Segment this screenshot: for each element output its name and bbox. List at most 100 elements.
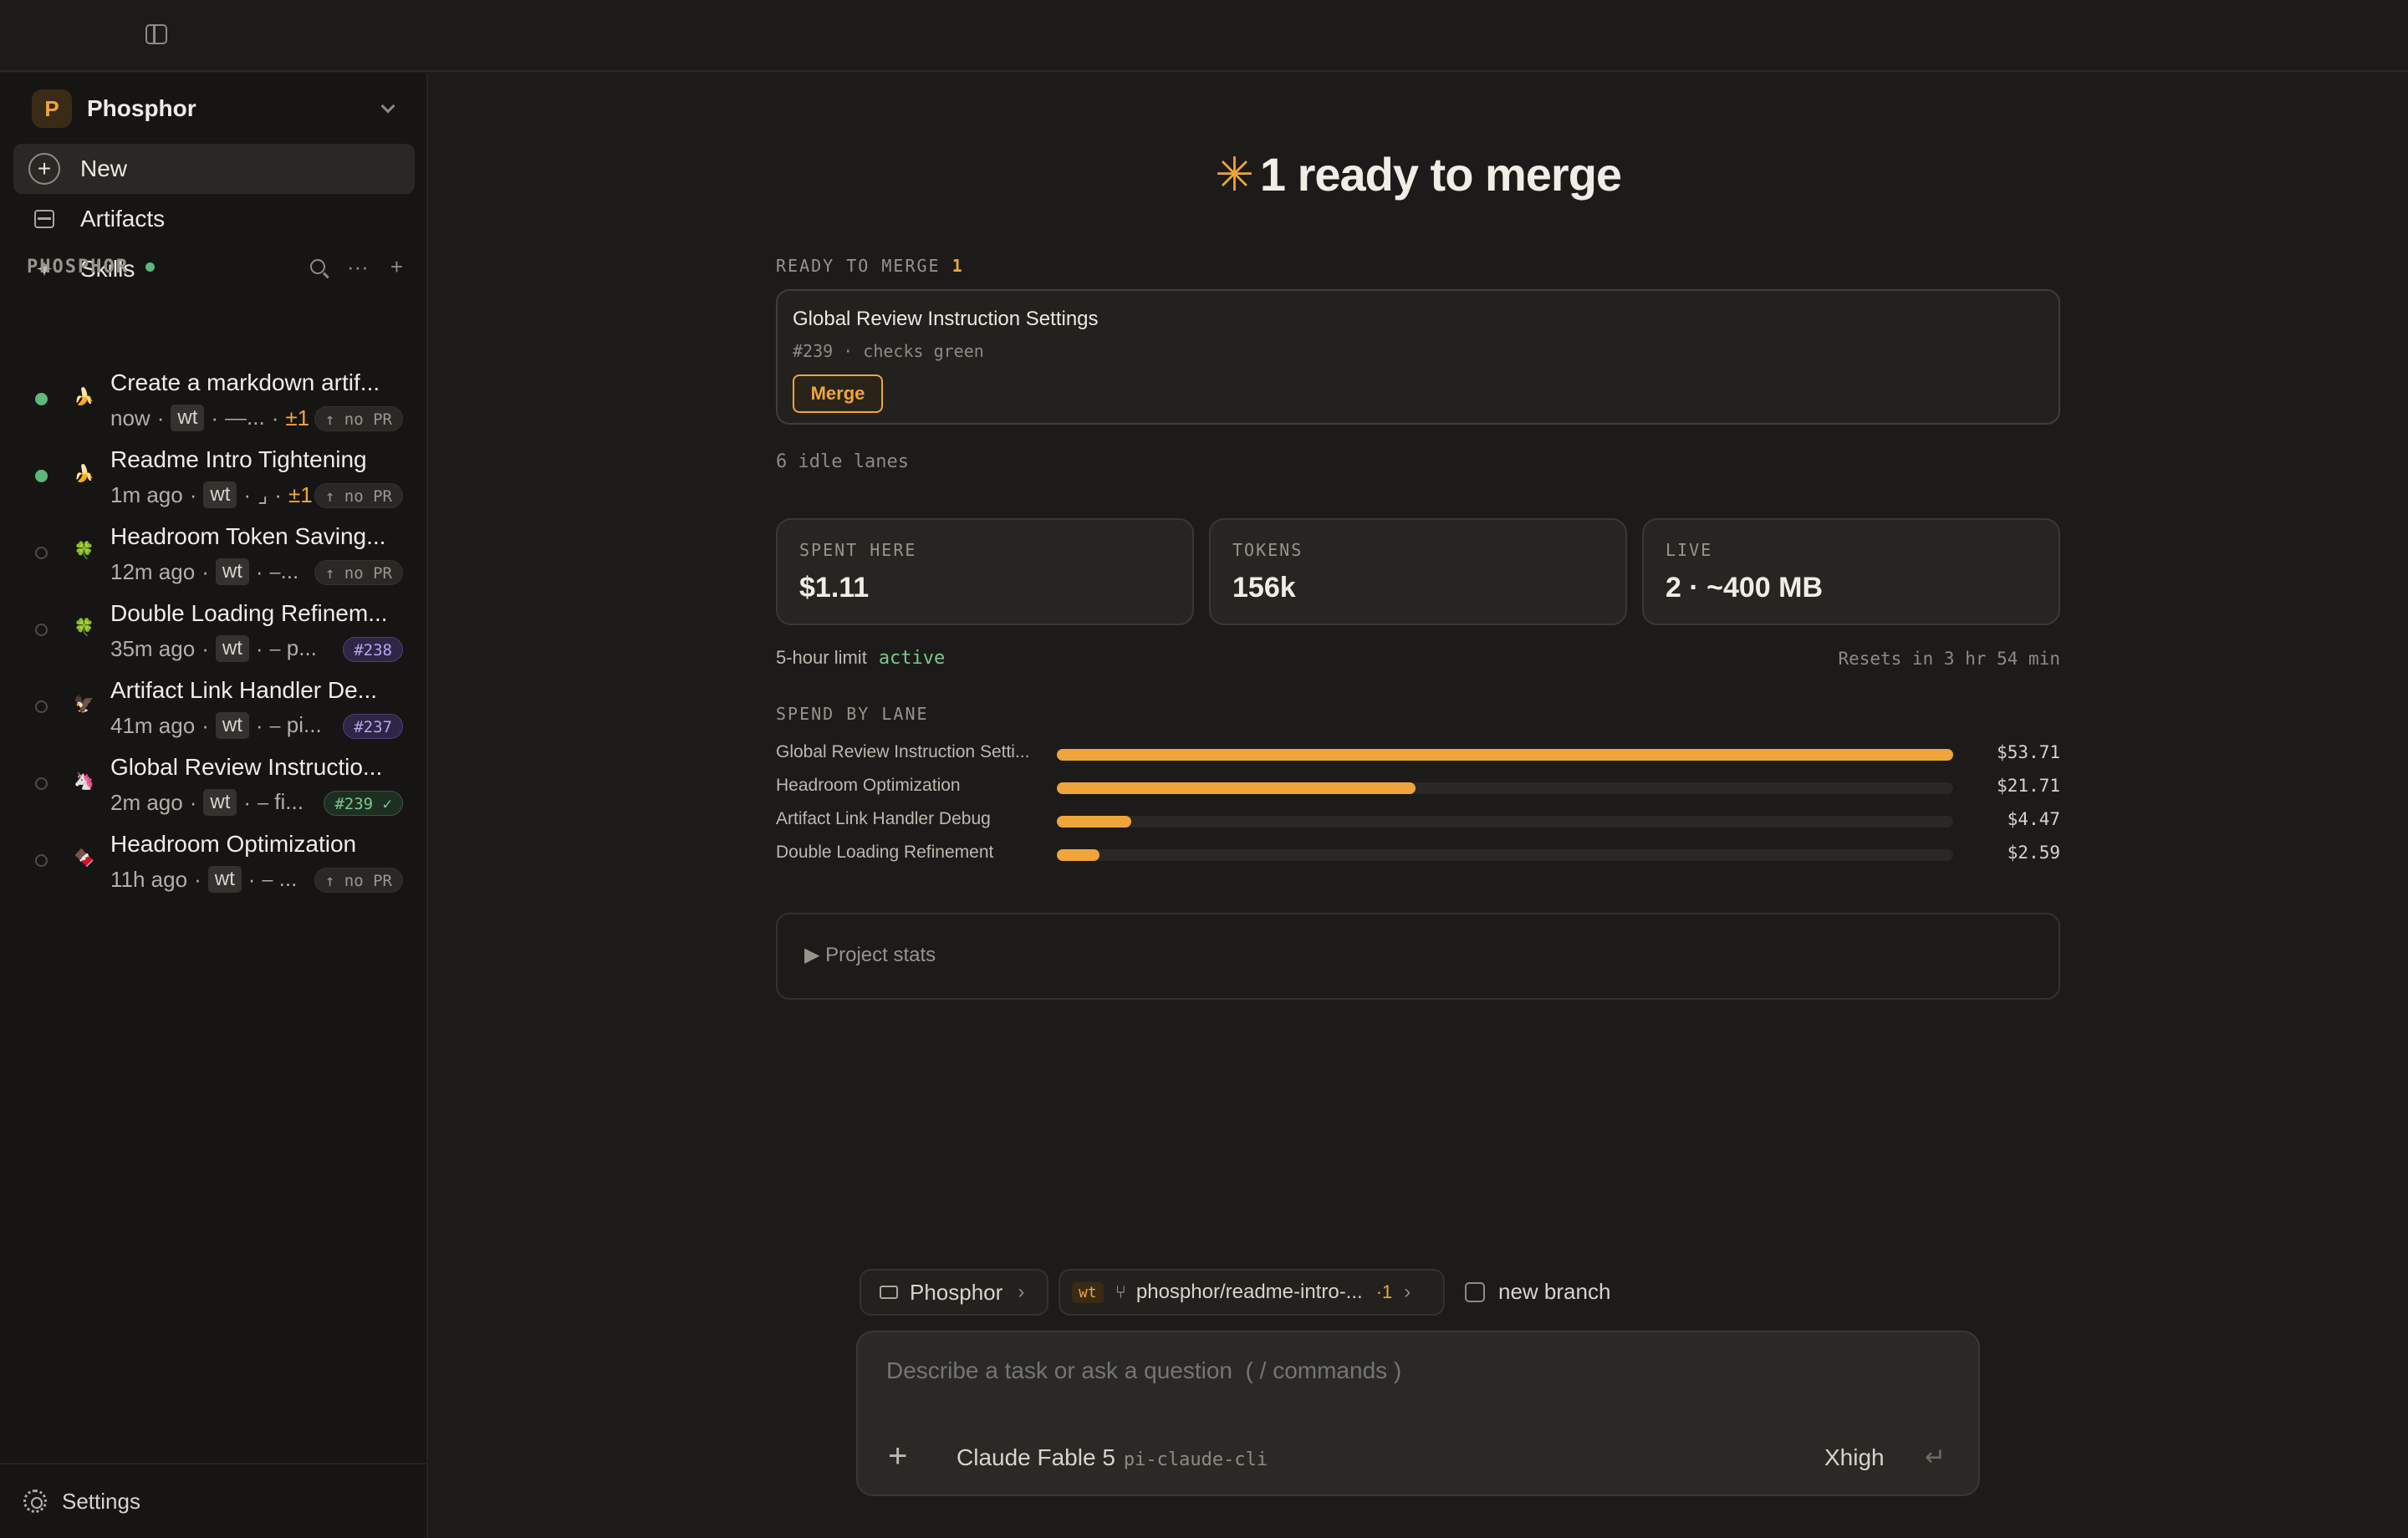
project-switcher[interactable]: P Phosphor	[32, 87, 400, 130]
sidebar-toggle-icon[interactable]	[145, 24, 167, 44]
nav-artifacts[interactable]: Artifacts	[13, 194, 415, 244]
new-branch-toggle[interactable]: new branch	[1465, 1279, 1610, 1305]
spend-bar-track	[1057, 782, 1953, 794]
spend-bar-track	[1057, 816, 1953, 828]
spend-bar-fill	[1057, 849, 1100, 861]
pr-badge: ↑ no PR	[314, 483, 403, 508]
lane-status-dot	[35, 393, 48, 405]
sidebar: P Phosphor + New Artifacts ✦ Skills PHOS…	[0, 74, 428, 1538]
section-status-dot	[145, 262, 155, 272]
pr-badge: ↑ no PR	[314, 406, 403, 431]
merge-card: Global Review Instruction Settings #239 …	[776, 289, 2060, 425]
worktree-badge: wt	[203, 789, 237, 816]
project-name: Phosphor	[87, 95, 196, 121]
stat-card-tokens: TOKENS 156k	[1209, 518, 1627, 625]
plus-circle-icon: +	[28, 153, 60, 185]
stat-value: $1.11	[799, 572, 870, 603]
model-selector[interactable]: Claude Fable 5 pi-claude-cli	[957, 1444, 1268, 1471]
effort-selector[interactable]: Xhigh	[1824, 1444, 1885, 1471]
lane-meta: now · wt · ⎯⎯... · ±1	[110, 405, 310, 431]
worktree-badge: wt	[203, 481, 237, 508]
spend-row: Artifact Link Handler Debug $4.47	[776, 807, 2060, 833]
pr-badge: ↑ no PR	[314, 868, 403, 893]
spend-bar-fill	[1057, 782, 1416, 794]
lane-item[interactable]: 🍌 Create a markdown artif... now · wt · ⎯⎯…	[27, 368, 403, 440]
lane-branch: ⎯ fi...	[258, 789, 304, 814]
model-provider: pi-claude-cli	[1123, 1449, 1268, 1470]
lane-status-dot	[35, 624, 48, 636]
chevron-right-icon: ›	[1404, 1281, 1411, 1303]
project-stats-toggle[interactable]: ▶ Project stats	[776, 913, 2060, 1000]
worktree-badge: wt	[215, 712, 249, 739]
lane-meta: 12m ago · wt · ⎯...	[110, 558, 299, 585]
pr-badge[interactable]: #238	[343, 637, 403, 662]
lane-avatar-icon: 🦄	[74, 772, 94, 791]
add-lane-icon[interactable]: +	[390, 254, 403, 280]
lane-item[interactable]: 🍌 Readme Intro Tightening 1m ago · wt · ⌟ ·…	[27, 445, 403, 517]
worktree-badge: wt	[207, 866, 242, 893]
branch-selector[interactable]: wt ⑂ phosphor/readme-intro-... ·1 ›	[1059, 1269, 1445, 1316]
merge-button[interactable]: Merge	[793, 374, 883, 413]
lane-title: Global Review Instructio...	[110, 754, 383, 780]
more-icon[interactable]: ···	[347, 254, 369, 280]
lane-title: Create a markdown artif...	[110, 369, 380, 395]
lane-title: Readme Intro Tightening	[110, 446, 367, 472]
section-title: PHOSPHOR	[27, 256, 129, 278]
lane-time: 1m ago	[110, 481, 183, 507]
worktree-badge: wt	[171, 405, 205, 431]
lane-delta: ±1	[288, 481, 313, 507]
artifacts-icon	[28, 203, 60, 235]
spend-value: $2.59	[2007, 843, 2060, 863]
worktree-badge: wt	[215, 635, 249, 662]
lane-meta: 11h ago · wt · ⎯ ...	[110, 866, 298, 893]
spend-bar-fill	[1057, 816, 1131, 828]
send-icon[interactable]: ↵	[1925, 1443, 1946, 1472]
lane-item[interactable]: 🍫 Headroom Optimization 11h ago · wt · ⎯ .…	[27, 829, 403, 901]
lane-item[interactable]: 🦅 Artifact Link Handler De... 41m ago · w…	[27, 675, 403, 747]
project-selector-label: Phosphor	[910, 1279, 1003, 1305]
lane-meta: 1m ago · wt · ⌟ · ±1	[110, 481, 313, 508]
lane-time: now	[110, 405, 150, 430]
lane-avatar-icon: 🍌	[74, 465, 94, 483]
search-icon[interactable]	[309, 259, 325, 274]
spend-lane-name: Headroom Optimization	[776, 776, 961, 795]
gear-icon	[23, 1490, 47, 1513]
asterisk-icon: ✳	[1214, 148, 1254, 201]
settings-button[interactable]: Settings	[0, 1463, 428, 1538]
lane-branch: ⎯...	[269, 558, 299, 583]
pr-badge[interactable]: #239 ✓	[324, 791, 403, 816]
project-avatar: P	[32, 89, 72, 128]
attach-plus-icon[interactable]: +	[888, 1439, 907, 1473]
pr-badge[interactable]: #237	[343, 714, 403, 739]
spend-lane-name: Double Loading Refinement	[776, 843, 994, 862]
nav-new[interactable]: + New	[13, 144, 415, 194]
ready-to-merge-label: READY TO MERGE 1	[776, 256, 964, 276]
ready-to-merge-count: 1	[951, 256, 964, 276]
lanes-section-header: PHOSPHOR ··· +	[27, 252, 403, 281]
spend-row: Global Review Instruction Setti... $53.7…	[776, 741, 2060, 766]
lane-status-dot	[35, 854, 48, 867]
lane-branch: ⎯ p...	[269, 635, 317, 660]
lane-avatar-icon: 🍌	[74, 388, 94, 406]
lane-item[interactable]: 🍀 Double Loading Refinem... 35m ago · wt ·…	[27, 598, 403, 670]
new-branch-checkbox[interactable]	[1465, 1281, 1485, 1302]
lane-item[interactable]: 🍀 Headroom Token Saving... 12m ago · wt · …	[27, 522, 403, 593]
lane-status-dot	[35, 547, 48, 559]
project-selector[interactable]: Phosphor ›	[860, 1269, 1048, 1316]
stat-label: TOKENS	[1232, 540, 1303, 560]
branch-name: phosphor/readme-intro-...	[1135, 1281, 1363, 1303]
spend-bar-track	[1057, 849, 1953, 861]
lane-title: Headroom Optimization	[110, 831, 357, 857]
merge-card-status: #239 · checks green	[793, 341, 984, 361]
new-branch-label: new branch	[1498, 1279, 1611, 1304]
idle-lanes-count: 6 idle lanes	[776, 451, 909, 472]
stat-value: 156k	[1232, 572, 1296, 603]
spend-bar-track	[1057, 749, 1953, 761]
spend-row: Double Loading Refinement $2.59	[776, 841, 2060, 866]
lane-item[interactable]: 🦄 Global Review Instructio... 2m ago · wt…	[27, 752, 403, 824]
prompt-input[interactable]	[886, 1357, 1890, 1384]
page-title-text: 1 ready to merge	[1259, 148, 1622, 201]
limit-label: 5-hour limit	[776, 647, 867, 668]
nav-new-label: New	[80, 155, 128, 181]
spend-row: Headroom Optimization $21.71	[776, 774, 2060, 799]
